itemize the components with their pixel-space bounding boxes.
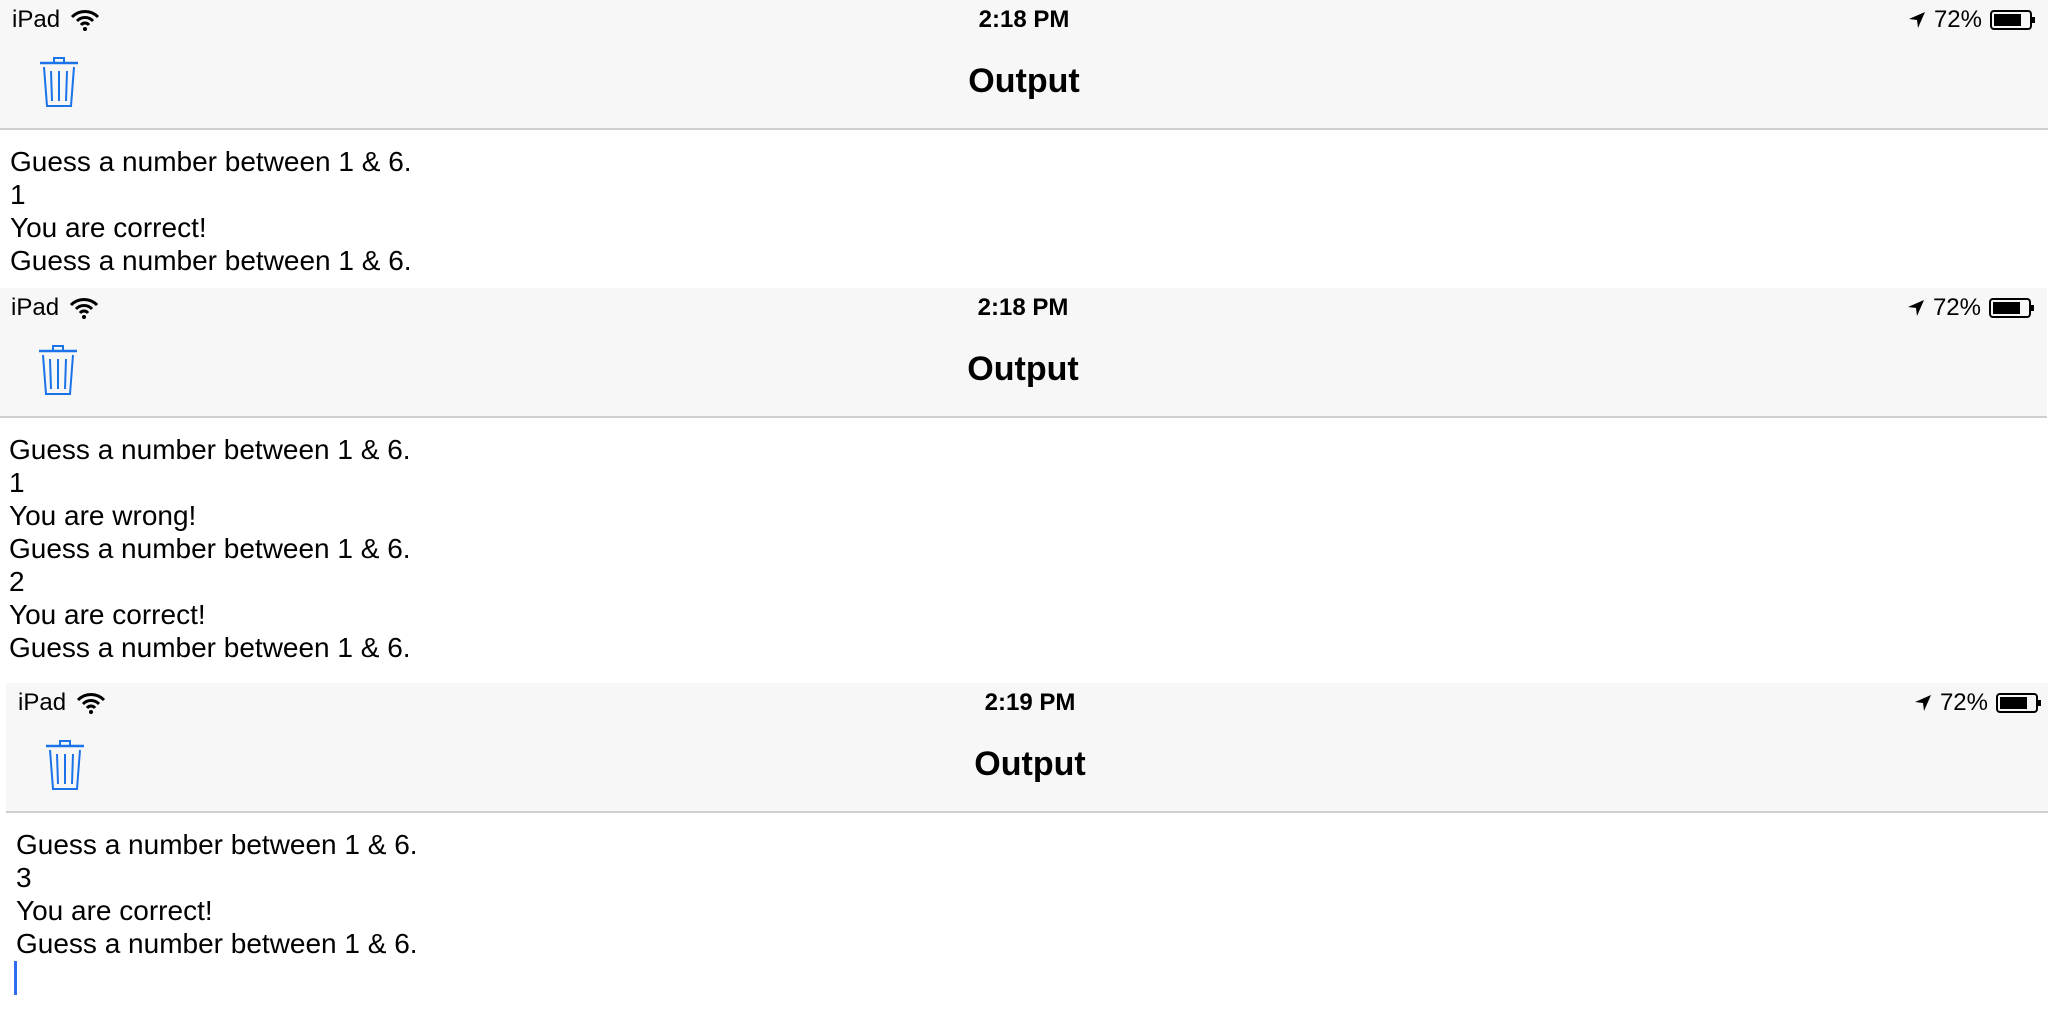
page-title: Output	[974, 745, 1086, 783]
nav-bar: Output	[0, 328, 2047, 418]
text-cursor	[14, 961, 17, 995]
location-arrow-icon	[1914, 695, 1931, 711]
status-right: 72%	[1914, 689, 2042, 717]
output-line: Guess a number between 1 & 6.	[9, 632, 411, 663]
output-line: Guess a number between 1 & 6.	[9, 533, 411, 564]
output-line: 1	[10, 179, 26, 210]
output-line: 2	[9, 566, 25, 597]
output-panel-3: iPad 2:19 PM 72% Output Guess a number b…	[6, 683, 2048, 1024]
output-line: You are correct!	[16, 895, 213, 926]
output-line: Guess a number between 1 & 6.	[10, 146, 412, 177]
output-line: You are correct!	[10, 212, 207, 243]
console-output[interactable]: Guess a number between 1 & 6. 3 You are …	[16, 828, 418, 960]
console-output[interactable]: Guess a number between 1 & 6. 1 You are …	[10, 145, 412, 277]
battery-percent: 72%	[1939, 689, 1988, 716]
output-line: Guess a number between 1 & 6.	[16, 928, 418, 959]
status-right: 72%	[1907, 294, 2035, 322]
page-title: Output	[967, 350, 1079, 388]
status-time: 2:19 PM	[984, 689, 1076, 716]
output-line: You are correct!	[9, 599, 206, 630]
status-right: 72%	[1908, 6, 2036, 34]
location-arrow-icon	[1907, 300, 1924, 316]
output-line: Guess a number between 1 & 6.	[10, 245, 412, 276]
output-panel-1: iPad 2:18 PM 72% Output Guess a number b…	[0, 0, 2048, 288]
battery-percent: 72%	[1933, 6, 1982, 33]
status-bar: iPad 2:19 PM 72%	[6, 683, 2048, 723]
status-time: 2:18 PM	[978, 6, 1070, 33]
location-arrow-icon	[1908, 12, 1925, 28]
output-line: Guess a number between 1 & 6.	[9, 434, 411, 465]
output-panel-2: iPad 2:18 PM 72% Output Guess a number b…	[0, 288, 2047, 682]
battery-icon	[1996, 693, 2041, 713]
output-line: 3	[16, 862, 32, 893]
output-line: You are wrong!	[9, 500, 197, 531]
status-bar: iPad 2:18 PM 72%	[0, 0, 2048, 40]
status-time: 2:18 PM	[977, 294, 1069, 321]
console-output[interactable]: Guess a number between 1 & 6. 1 You are …	[9, 433, 411, 664]
page-title: Output	[968, 62, 1080, 100]
battery-icon	[1989, 298, 2034, 318]
output-line: 1	[9, 467, 25, 498]
output-line: Guess a number between 1 & 6.	[16, 829, 418, 860]
nav-bar: Output	[6, 723, 2048, 813]
battery-percent: 72%	[1932, 294, 1981, 321]
status-bar: iPad 2:18 PM 72%	[0, 288, 2047, 328]
nav-bar: Output	[0, 40, 2048, 130]
battery-icon	[1990, 10, 2035, 30]
